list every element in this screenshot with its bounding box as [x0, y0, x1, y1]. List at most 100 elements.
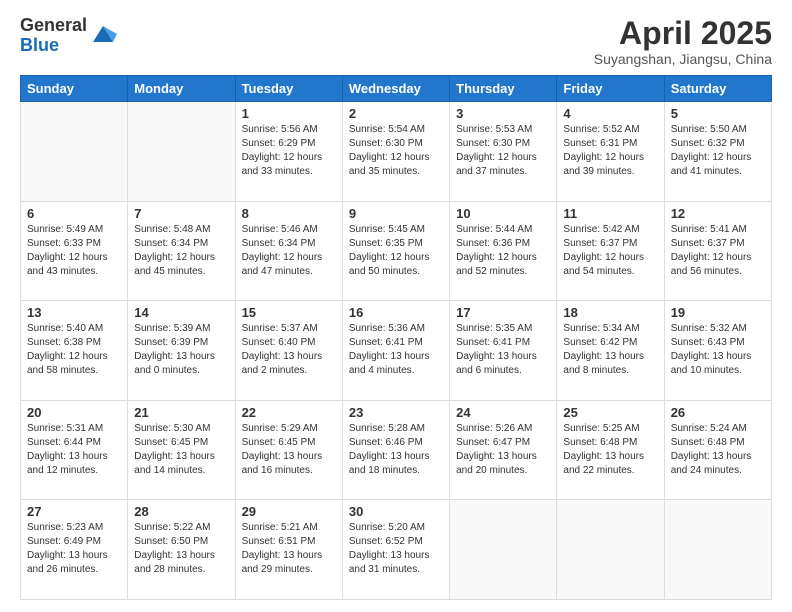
day-number: 11	[563, 206, 657, 221]
calendar-cell	[21, 102, 128, 202]
day-number: 27	[27, 504, 121, 519]
calendar-cell	[664, 500, 771, 600]
day-number: 17	[456, 305, 550, 320]
title-block: April 2025 Suyangshan, Jiangsu, China	[594, 16, 772, 67]
calendar-cell: 28 Sunrise: 5:22 AM Sunset: 6:50 PM Dayli…	[128, 500, 235, 600]
calendar-cell: 30 Sunrise: 5:20 AM Sunset: 6:52 PM Dayli…	[342, 500, 449, 600]
cell-info: Sunrise: 5:52 AM Sunset: 6:31 PM Dayligh…	[563, 123, 657, 179]
calendar-cell: 29 Sunrise: 5:21 AM Sunset: 6:51 PM Dayli…	[235, 500, 342, 600]
calendar-cell: 21 Sunrise: 5:30 AM Sunset: 6:45 PM Dayli…	[128, 400, 235, 500]
header: General Blue April 2025 Suyangshan, Jian…	[20, 16, 772, 67]
cell-info: Sunrise: 5:37 AM Sunset: 6:40 PM Dayligh…	[242, 322, 336, 378]
weekday-header-saturday: Saturday	[664, 76, 771, 102]
weekday-header-sunday: Sunday	[21, 76, 128, 102]
calendar-cell	[128, 102, 235, 202]
day-number: 29	[242, 504, 336, 519]
day-number: 1	[242, 106, 336, 121]
calendar-cell: 22Sunrise: 5:29 AM Sunset: 6:45 PM Dayli…	[235, 400, 342, 500]
calendar-cell: 12Sunrise: 5:41 AM Sunset: 6:37 PM Dayli…	[664, 201, 771, 301]
logo-general: General	[20, 16, 87, 36]
logo-icon	[89, 20, 117, 48]
calendar-cell: 25Sunrise: 5:25 AM Sunset: 6:48 PM Dayli…	[557, 400, 664, 500]
day-number: 25	[563, 405, 657, 420]
cell-info: Sunrise: 5:45 AM Sunset: 6:35 PM Dayligh…	[349, 223, 443, 279]
day-number: 21	[134, 405, 228, 420]
cell-info: Sunrise: 5:41 AM Sunset: 6:37 PM Dayligh…	[671, 223, 765, 279]
day-number: 20	[27, 405, 121, 420]
cell-info: Sunrise: 5:32 AM Sunset: 6:43 PM Dayligh…	[671, 322, 765, 378]
day-number: 5	[671, 106, 765, 121]
weekday-header-tuesday: Tuesday	[235, 76, 342, 102]
calendar-cell: 23Sunrise: 5:28 AM Sunset: 6:46 PM Dayli…	[342, 400, 449, 500]
calendar-cell: 8Sunrise: 5:46 AM Sunset: 6:34 PM Daylig…	[235, 201, 342, 301]
calendar-cell: 4Sunrise: 5:52 AM Sunset: 6:31 PM Daylig…	[557, 102, 664, 202]
cell-info: Sunrise: 5:30 AM Sunset: 6:45 PM Dayligh…	[134, 422, 228, 478]
cell-info: Sunrise: 5:50 AM Sunset: 6:32 PM Dayligh…	[671, 123, 765, 179]
calendar-cell: 27 Sunrise: 5:23 AM Sunset: 6:49 PM Dayli…	[21, 500, 128, 600]
cell-info: Sunrise: 5:56 AM Sunset: 6:29 PM Dayligh…	[242, 123, 336, 179]
day-number: 28	[134, 504, 228, 519]
calendar-cell: 19 Sunrise: 5:32 AM Sunset: 6:43 PM Dayli…	[664, 301, 771, 401]
day-number: 13	[27, 305, 121, 320]
calendar-header-row: SundayMondayTuesdayWednesdayThursdayFrid…	[21, 76, 772, 102]
weekday-header-wednesday: Wednesday	[342, 76, 449, 102]
day-number: 30	[349, 504, 443, 519]
cell-info: Sunrise: 5:28 AM Sunset: 6:46 PM Dayligh…	[349, 422, 443, 478]
calendar-week-2: 6Sunrise: 5:49 AM Sunset: 6:33 PM Daylig…	[21, 201, 772, 301]
calendar-cell: 14Sunrise: 5:39 AM Sunset: 6:39 PM Dayli…	[128, 301, 235, 401]
cell-info: Sunrise: 5:42 AM Sunset: 6:37 PM Dayligh…	[563, 223, 657, 279]
logo-text: General Blue	[20, 16, 87, 56]
day-number: 15	[242, 305, 336, 320]
cell-info: Sunrise: 5:29 AM Sunset: 6:45 PM Dayligh…	[242, 422, 336, 478]
weekday-header-thursday: Thursday	[450, 76, 557, 102]
cell-info: Sunrise: 5:36 AM Sunset: 6:41 PM Dayligh…	[349, 322, 443, 378]
calendar-cell: 10Sunrise: 5:44 AM Sunset: 6:36 PM Dayli…	[450, 201, 557, 301]
calendar-cell: 17 Sunrise: 5:35 AM Sunset: 6:41 PM Dayli…	[450, 301, 557, 401]
calendar-cell: 3Sunrise: 5:53 AM Sunset: 6:30 PM Daylig…	[450, 102, 557, 202]
calendar-cell: 24 Sunrise: 5:26 AM Sunset: 6:47 PM Dayli…	[450, 400, 557, 500]
cell-info: Sunrise: 5:54 AM Sunset: 6:30 PM Dayligh…	[349, 123, 443, 179]
calendar-week-5: 27 Sunrise: 5:23 AM Sunset: 6:49 PM Dayli…	[21, 500, 772, 600]
cell-info: Sunrise: 5:26 AM Sunset: 6:47 PM Dayligh…	[456, 422, 550, 478]
logo: General Blue	[20, 16, 117, 56]
calendar-cell	[450, 500, 557, 600]
cell-info: Sunrise: 5:24 AM Sunset: 6:48 PM Dayligh…	[671, 422, 765, 478]
calendar-cell: 6Sunrise: 5:49 AM Sunset: 6:33 PM Daylig…	[21, 201, 128, 301]
cell-info: Sunrise: 5:53 AM Sunset: 6:30 PM Dayligh…	[456, 123, 550, 179]
day-number: 18	[563, 305, 657, 320]
cell-info: Sunrise: 5:46 AM Sunset: 6:34 PM Dayligh…	[242, 223, 336, 279]
page: General Blue April 2025 Suyangshan, Jian…	[0, 0, 792, 612]
calendar-cell: 20Sunrise: 5:31 AM Sunset: 6:44 PM Dayli…	[21, 400, 128, 500]
weekday-header-friday: Friday	[557, 76, 664, 102]
cell-info: Sunrise: 5:48 AM Sunset: 6:34 PM Dayligh…	[134, 223, 228, 279]
calendar-cell: 5 Sunrise: 5:50 AM Sunset: 6:32 PM Daylig…	[664, 102, 771, 202]
cell-info: Sunrise: 5:34 AM Sunset: 6:42 PM Dayligh…	[563, 322, 657, 378]
calendar-cell: 1 Sunrise: 5:56 AM Sunset: 6:29 PM Daylig…	[235, 102, 342, 202]
calendar-cell: 13 Sunrise: 5:40 AM Sunset: 6:38 PM Dayli…	[21, 301, 128, 401]
cell-info: Sunrise: 5:21 AM Sunset: 6:51 PM Dayligh…	[242, 521, 336, 577]
day-number: 16	[349, 305, 443, 320]
cell-info: Sunrise: 5:23 AM Sunset: 6:49 PM Dayligh…	[27, 521, 121, 577]
cell-info: Sunrise: 5:44 AM Sunset: 6:36 PM Dayligh…	[456, 223, 550, 279]
weekday-header-monday: Monday	[128, 76, 235, 102]
calendar-cell	[557, 500, 664, 600]
cell-info: Sunrise: 5:49 AM Sunset: 6:33 PM Dayligh…	[27, 223, 121, 279]
calendar-cell: 9Sunrise: 5:45 AM Sunset: 6:35 PM Daylig…	[342, 201, 449, 301]
calendar-cell: 18 Sunrise: 5:34 AM Sunset: 6:42 PM Dayli…	[557, 301, 664, 401]
calendar-cell: 15 Sunrise: 5:37 AM Sunset: 6:40 PM Dayli…	[235, 301, 342, 401]
calendar-cell: 7 Sunrise: 5:48 AM Sunset: 6:34 PM Daylig…	[128, 201, 235, 301]
calendar-cell: 16 Sunrise: 5:36 AM Sunset: 6:41 PM Dayli…	[342, 301, 449, 401]
cell-info: Sunrise: 5:20 AM Sunset: 6:52 PM Dayligh…	[349, 521, 443, 577]
cell-info: Sunrise: 5:22 AM Sunset: 6:50 PM Dayligh…	[134, 521, 228, 577]
cell-info: Sunrise: 5:40 AM Sunset: 6:38 PM Dayligh…	[27, 322, 121, 378]
calendar-week-1: 1 Sunrise: 5:56 AM Sunset: 6:29 PM Daylig…	[21, 102, 772, 202]
logo-blue: Blue	[20, 36, 87, 56]
calendar-cell: 11 Sunrise: 5:42 AM Sunset: 6:37 PM Dayli…	[557, 201, 664, 301]
month-title: April 2025	[594, 16, 772, 51]
day-number: 19	[671, 305, 765, 320]
day-number: 7	[134, 206, 228, 221]
day-number: 24	[456, 405, 550, 420]
cell-info: Sunrise: 5:35 AM Sunset: 6:41 PM Dayligh…	[456, 322, 550, 378]
day-number: 26	[671, 405, 765, 420]
calendar-cell: 2Sunrise: 5:54 AM Sunset: 6:30 PM Daylig…	[342, 102, 449, 202]
